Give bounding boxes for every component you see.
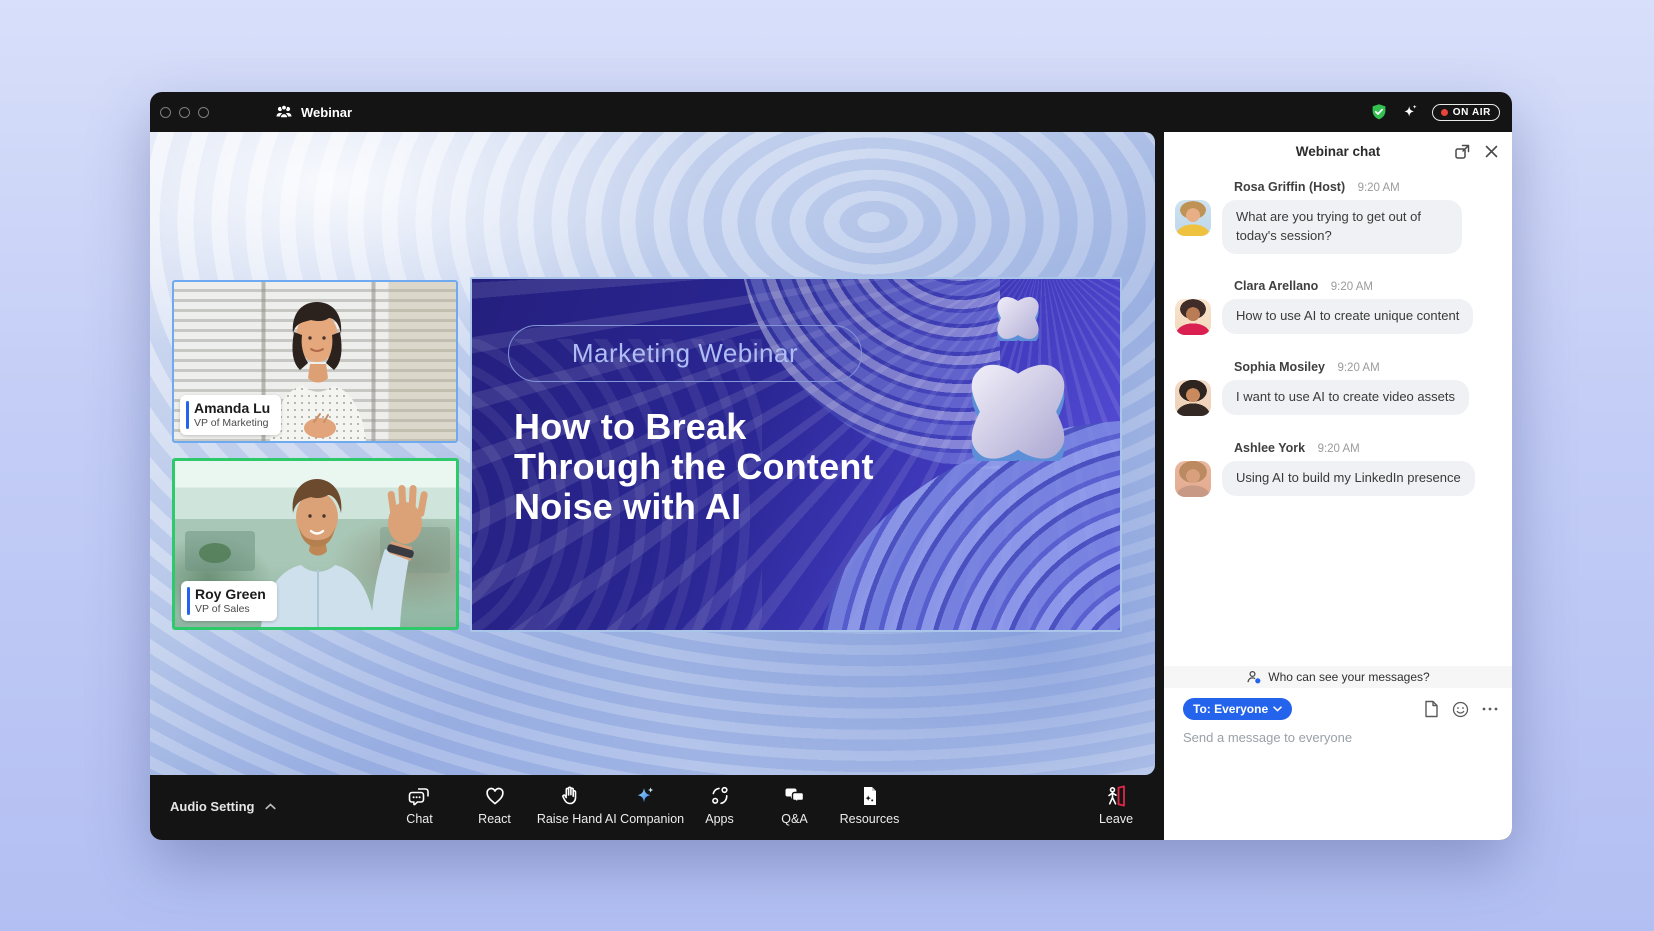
audio-setting-button[interactable]: Audio Setting (170, 799, 276, 814)
apps-button[interactable]: Apps (682, 781, 757, 826)
qa-button[interactable]: Q&A (757, 781, 832, 826)
heart-icon (482, 781, 508, 809)
close-icon[interactable] (1485, 145, 1498, 158)
slide-decor-clover-big (954, 349, 1082, 461)
react-button[interactable]: React (457, 781, 532, 826)
message-time: 9:20 AM (1331, 281, 1373, 293)
slide-title-line1: How to Break (514, 407, 874, 447)
message-time: 9:20 AM (1337, 362, 1379, 374)
resources-icon (857, 781, 883, 809)
toolbar-buttons: Chat React Raise Hand (382, 781, 907, 826)
speaker-role: VP of Sales (195, 603, 266, 615)
ai-sparkle-icon[interactable] (1400, 102, 1420, 122)
window-title: Webinar (301, 105, 352, 120)
message-time: 9:20 AM (1358, 182, 1400, 194)
speaker-name: Roy Green (195, 586, 266, 602)
toolbar-button-label: AI Companion (605, 812, 684, 826)
resources-button[interactable]: Resources (832, 781, 907, 826)
leave-icon (1103, 781, 1129, 809)
slide-title-line3: Noise with AI (514, 487, 874, 527)
chat-compose-area: To: Everyone (1164, 694, 1512, 747)
chat-message: Ashlee York 9:20 AM Using AI to build my… (1175, 439, 1498, 497)
audio-setting-label: Audio Setting (170, 799, 255, 814)
recipient-label: To: Everyone (1193, 702, 1268, 716)
window-control-minimize[interactable] (179, 107, 190, 118)
nametag-roy: Roy Green VP of Sales (181, 581, 277, 621)
more-options-icon[interactable] (1482, 707, 1498, 711)
avatar (1175, 380, 1211, 416)
message-time: 9:20 AM (1318, 443, 1360, 455)
avatar (1175, 200, 1211, 236)
window-control-zoom[interactable] (198, 107, 209, 118)
on-air-dot (1441, 109, 1448, 116)
meeting-toolbar: Audio Setting Chat React (150, 775, 1164, 840)
qa-icon (782, 781, 808, 809)
apps-icon (707, 781, 733, 809)
message-input[interactable] (1183, 730, 1498, 745)
avatar (1175, 299, 1211, 335)
toolbar-button-label: Resources (840, 812, 900, 826)
titlebar: Webinar ON AIR (150, 92, 1512, 132)
chat-header: Webinar chat (1164, 132, 1512, 170)
webinar-stage: Amanda Lu VP of Marketing (150, 132, 1155, 775)
pop-out-icon[interactable] (1454, 143, 1471, 160)
speaker-tile-amanda[interactable]: Amanda Lu VP of Marketing (172, 280, 458, 443)
on-air-badge: ON AIR (1432, 104, 1500, 121)
ai-companion-button[interactable]: AI Companion (607, 781, 682, 826)
toolbar-button-label: React (478, 812, 511, 826)
sender-name: Ashlee York (1234, 441, 1305, 455)
raise-hand-icon (557, 781, 583, 809)
sender-name: Sophia Mosiley (1234, 360, 1325, 374)
nametag-amanda: Amanda Lu VP of Marketing (180, 395, 281, 435)
chat-button[interactable]: Chat (382, 781, 457, 826)
message-bubble: Using AI to build my LinkedIn presence (1222, 461, 1475, 496)
person-privacy-icon (1246, 669, 1262, 685)
avatar (1175, 461, 1211, 497)
window-control-close[interactable] (160, 107, 171, 118)
leave-button[interactable]: Leave (1086, 781, 1146, 826)
sender-name: Rosa Griffin (Host) (1234, 180, 1345, 194)
chevron-down-icon (1273, 706, 1282, 712)
slide-decor-clover-small (991, 291, 1045, 341)
toolbar-button-label: Raise Hand (537, 812, 602, 826)
security-shield-icon[interactable] (1370, 103, 1388, 121)
chat-message: Rosa Griffin (Host) 9:20 AM What are you… (1175, 178, 1498, 254)
on-air-label: ON AIR (1453, 107, 1491, 118)
meeting-main-area: Amanda Lu VP of Marketing (150, 132, 1164, 840)
toolbar-button-label: Chat (406, 812, 432, 826)
ai-companion-icon (632, 781, 658, 809)
slide-title: How to Break Through the Content Noise w… (514, 407, 874, 527)
who-can-see-label: Who can see your messages? (1268, 670, 1429, 684)
chat-icon (407, 781, 433, 809)
participants-icon (275, 104, 293, 120)
speaker-name: Amanda Lu (194, 400, 270, 416)
chat-message-list[interactable]: Rosa Griffin (Host) 9:20 AM What are you… (1164, 170, 1512, 520)
slide-badge: Marketing Webinar (508, 325, 862, 382)
slide-title-line2: Through the Content (514, 447, 874, 487)
toolbar-button-label: Q&A (781, 812, 807, 826)
window-controls (160, 107, 209, 118)
chevron-up-icon (265, 803, 276, 810)
sender-name: Clara Arellano (1234, 279, 1318, 293)
message-bubble: I want to use AI to create video assets (1222, 380, 1469, 415)
file-attach-icon[interactable] (1423, 700, 1439, 718)
webinar-window: Webinar ON AIR (150, 92, 1512, 840)
toolbar-button-label: Apps (705, 812, 734, 826)
webinar-chat-panel: Webinar chat Rosa Griffin (Host) 9:20 AM… (1164, 132, 1512, 840)
raise-hand-button[interactable]: Raise Hand (532, 781, 607, 826)
toolbar-button-label: Leave (1099, 812, 1133, 826)
emoji-icon[interactable] (1452, 701, 1469, 718)
recipient-selector[interactable]: To: Everyone (1183, 698, 1292, 720)
who-can-see-banner[interactable]: Who can see your messages? (1164, 666, 1512, 688)
chat-message: Sophia Mosiley 9:20 AM I want to use AI … (1175, 358, 1498, 416)
message-bubble: What are you trying to get out of today'… (1222, 200, 1462, 254)
chat-message: Clara Arellano 9:20 AM How to use AI to … (1175, 277, 1498, 335)
shared-screen-slide[interactable]: Marketing Webinar How to Break Through t… (470, 277, 1122, 632)
message-bubble: How to use AI to create unique content (1222, 299, 1473, 334)
speaker-tile-roy[interactable]: Roy Green VP of Sales (172, 458, 459, 630)
speaker-role: VP of Marketing (194, 417, 270, 429)
